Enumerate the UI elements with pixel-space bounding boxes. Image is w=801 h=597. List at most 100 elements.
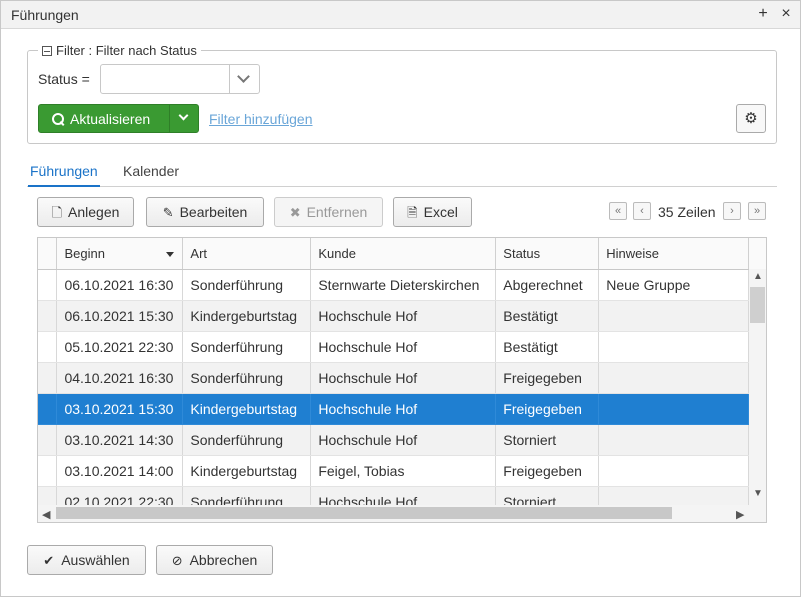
filter-legend[interactable]: Filter : Filter nach Status [38, 43, 201, 58]
collapse-icon[interactable] [42, 45, 52, 56]
ban-icon: ⊘ [171, 552, 183, 568]
update-label: Aktualisieren [70, 110, 151, 127]
cancel-label: Abbrechen [189, 552, 258, 568]
last-page-icon[interactable]: » [748, 202, 766, 220]
cell-hinweise [598, 424, 749, 456]
cell-beginn: 04.10.2021 16:30 [56, 362, 184, 394]
header-filler [748, 238, 766, 270]
new-button[interactable]: 🗋 Anlegen [37, 197, 134, 227]
cell-status: Bestätigt [495, 331, 600, 363]
cell-hinweise [598, 455, 749, 487]
status-dropdown-toggle[interactable] [229, 65, 259, 93]
column-header-label: Art [190, 245, 208, 261]
document-icon: 🗋 [51, 204, 63, 220]
update-button[interactable]: Aktualisieren [39, 105, 169, 132]
cell-beginn: 03.10.2021 14:00 [56, 455, 184, 487]
pencil-icon: ✎ [162, 204, 174, 220]
row-selector[interactable] [38, 269, 58, 301]
table-row[interactable]: 03.10.2021 14:30 Sonderführung Hochschul… [38, 424, 766, 456]
edit-label: Bearbeiten [179, 204, 248, 220]
cell-status: Bestätigt [495, 300, 600, 332]
cell-beginn: 06.10.2021 16:30 [56, 269, 184, 301]
cell-hinweise [598, 300, 749, 332]
data-grid: Beginn Art Kunde Status Hinweise 06.10.2… [37, 237, 767, 523]
gear-icon: ⚙ [744, 110, 758, 127]
cell-kunde: Hochschule Hof [310, 300, 497, 332]
scroll-up-icon[interactable]: ▲ [753, 271, 763, 282]
filter-legend-label: Filter : Filter nach Status [56, 43, 197, 58]
table-row[interactable]: 04.10.2021 16:30 Sonderführung Hochschul… [38, 362, 766, 394]
update-menu-toggle[interactable] [169, 105, 198, 132]
column-header-label: Status [503, 245, 541, 261]
vertical-scroll-thumb[interactable] [750, 287, 765, 323]
column-header-art[interactable]: Art [182, 238, 312, 270]
row-selector[interactable] [38, 455, 58, 487]
table-row-selected[interactable]: 03.10.2021 15:30 Kindergeburtstag Hochsc… [38, 393, 766, 425]
column-header-beginn[interactable]: Beginn [56, 238, 184, 270]
scroll-left-icon[interactable]: ◀ [42, 508, 50, 521]
cell-status: Freigegeben [495, 362, 600, 394]
excel-button[interactable]: 🗎 Excel [393, 197, 472, 227]
check-icon: ✔ [43, 552, 55, 568]
cancel-button[interactable]: ⊘ Abbrechen [156, 545, 273, 575]
row-header-cell [38, 238, 58, 270]
cell-hinweise [598, 393, 749, 425]
row-selector[interactable] [38, 300, 58, 332]
cell-kunde: Sternwarte Dieterskirchen [310, 269, 497, 301]
prev-page-icon[interactable]: ‹ [633, 202, 651, 220]
status-select[interactable] [100, 64, 260, 94]
cell-status: Freigegeben [495, 393, 600, 425]
titlebar: Führungen + × [1, 1, 800, 29]
horizontal-scroll-thumb[interactable] [56, 507, 672, 519]
row-selector[interactable] [38, 393, 58, 425]
cell-beginn: 03.10.2021 14:30 [56, 424, 184, 456]
tab-bar: Führungen Kalender [27, 161, 777, 187]
column-header-kunde[interactable]: Kunde [310, 238, 497, 270]
vertical-scrollbar[interactable]: ▲ ▼ [749, 269, 766, 505]
cell-status: Freigegeben [495, 455, 600, 487]
row-selector[interactable] [38, 362, 58, 394]
column-header-label: Kunde [318, 245, 356, 261]
cell-kunde: Hochschule Hof [310, 393, 497, 425]
cell-hinweise: Neue Gruppe [598, 269, 749, 301]
table-row[interactable]: 05.10.2021 22:30 Sonderführung Hochschul… [38, 331, 766, 363]
add-filter-link[interactable]: Filter hinzufügen [209, 111, 313, 127]
cell-art: Sonderführung [182, 424, 312, 456]
add-icon[interactable]: + [753, 4, 773, 24]
chevron-down-icon [237, 70, 250, 83]
cell-kunde: Feigel, Tobias [310, 455, 497, 487]
settings-button[interactable]: ⚙ [736, 104, 766, 133]
scroll-right-icon[interactable]: ▶ [736, 508, 744, 521]
update-split-button: Aktualisieren [38, 104, 199, 133]
cell-beginn: 03.10.2021 15:30 [56, 393, 184, 425]
next-page-icon[interactable]: › [723, 202, 741, 220]
table-row[interactable]: 06.10.2021 15:30 Kindergeburtstag Hochsc… [38, 300, 766, 332]
row-selector[interactable] [38, 424, 58, 456]
excel-file-icon: 🗎 [407, 204, 418, 220]
column-header-hinweise[interactable]: Hinweise [598, 238, 749, 270]
table-row[interactable]: 03.10.2021 14:00 Kindergeburtstag Feigel… [38, 455, 766, 487]
select-button[interactable]: ✔ Auswählen [27, 545, 146, 575]
cell-art: Sonderführung [182, 362, 312, 394]
sort-desc-icon [166, 252, 175, 257]
cell-hinweise [598, 331, 749, 363]
status-label: Status = [38, 71, 90, 87]
edit-button[interactable]: ✎ Bearbeiten [146, 197, 264, 227]
first-page-icon[interactable]: « [609, 202, 627, 220]
scroll-down-icon[interactable]: ▼ [753, 488, 763, 499]
fuehrungen-dialog: Führungen + × Filter : Filter nach Statu… [0, 0, 801, 597]
column-header-label: Hinweise [606, 245, 659, 261]
cell-art: Kindergeburtstag [182, 300, 312, 332]
horizontal-scrollbar[interactable]: ◀ ▶ [38, 505, 766, 522]
tab-fuehrungen[interactable]: Führungen [28, 163, 100, 187]
search-icon [52, 112, 64, 125]
row-selector[interactable] [38, 331, 58, 363]
close-icon[interactable]: × [776, 4, 796, 24]
cell-art: Sonderführung [182, 269, 312, 301]
table-row[interactable]: 06.10.2021 16:30 Sonderführung Sternwart… [38, 269, 766, 301]
column-header-status[interactable]: Status [495, 238, 600, 270]
row-count: 35 Zeilen [658, 204, 716, 220]
remove-button[interactable]: ✖ Entfernen [274, 197, 383, 227]
tab-kalender[interactable]: Kalender [121, 163, 181, 185]
excel-label: Excel [423, 204, 458, 220]
